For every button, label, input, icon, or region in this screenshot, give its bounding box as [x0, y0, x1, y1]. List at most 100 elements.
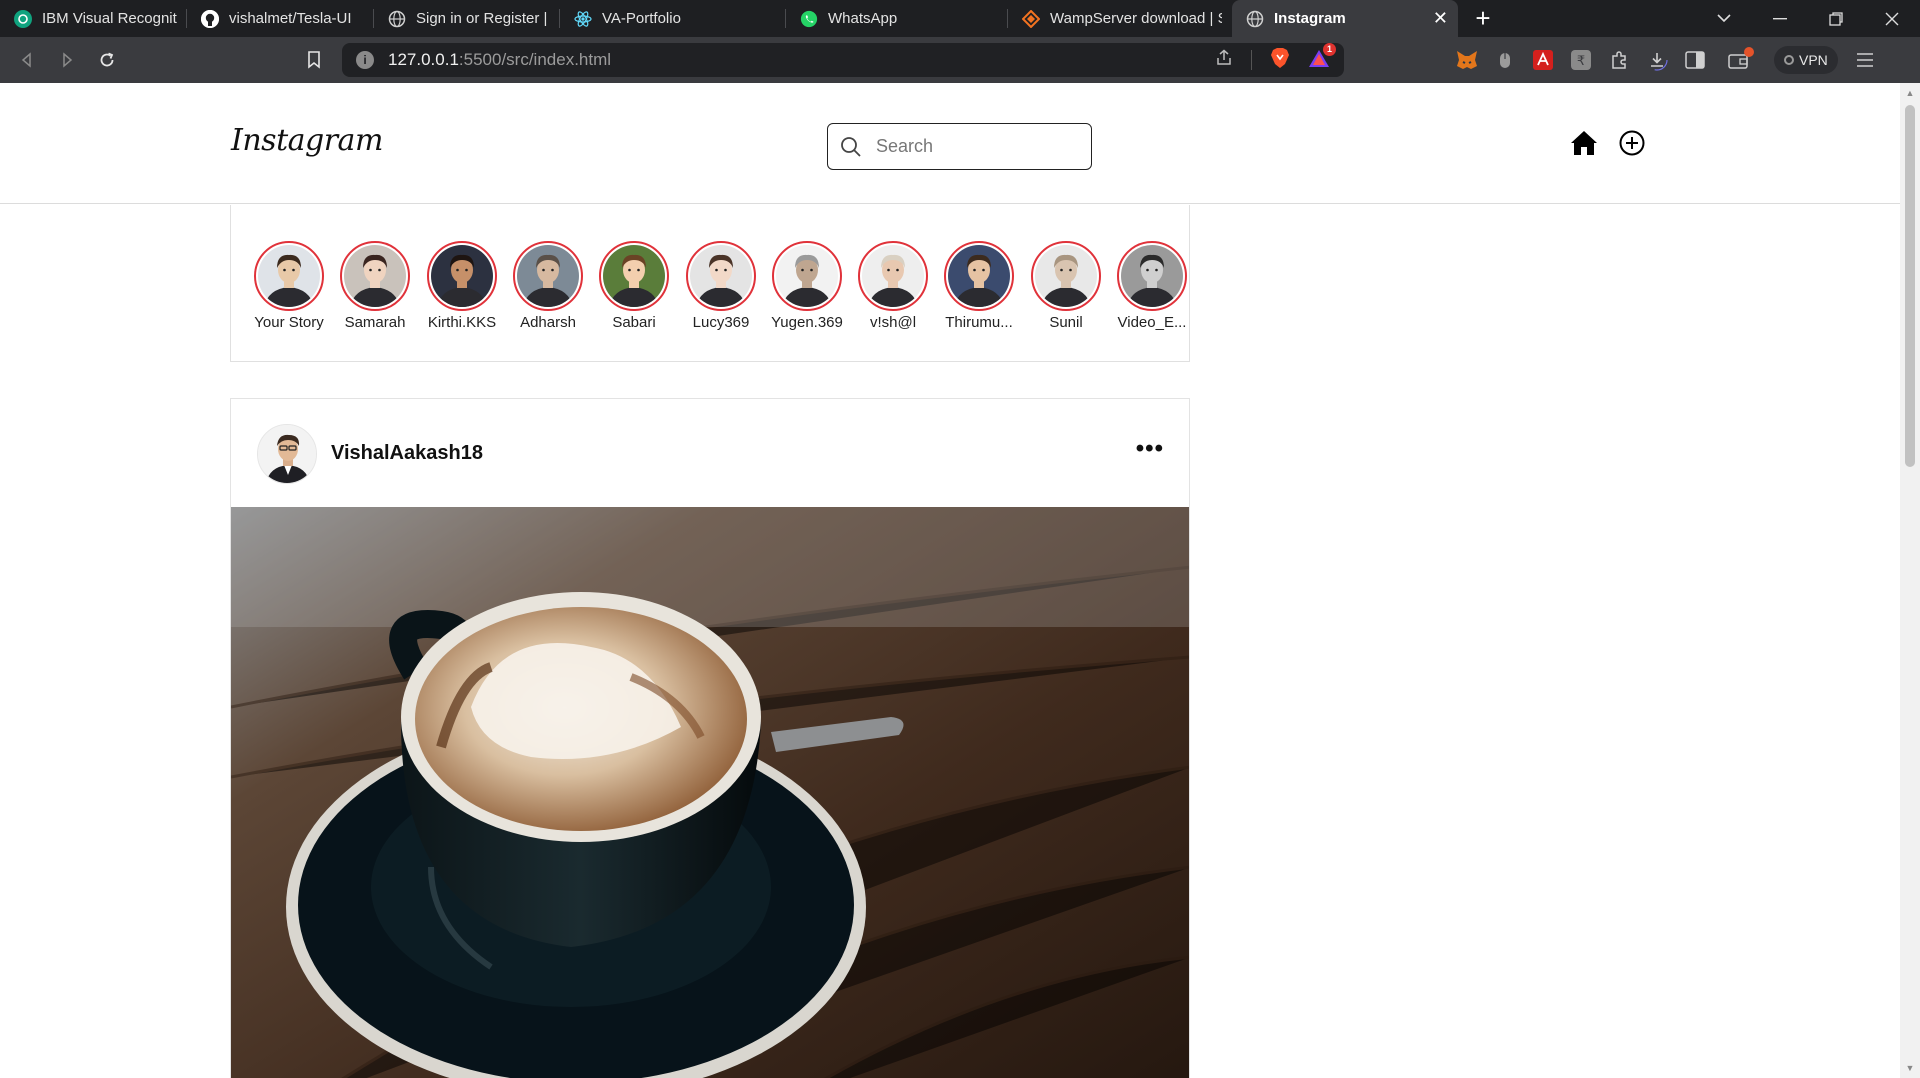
story-username: Video_E...: [1117, 314, 1187, 331]
globe-icon: [388, 10, 406, 28]
tab-label: vishalmet/Tesla-UI: [229, 10, 352, 27]
story-item[interactable]: Lucy369: [681, 241, 761, 331]
search-input[interactable]: [876, 136, 1076, 157]
story-item[interactable]: Kirthi.KKS: [422, 241, 502, 331]
browser-tab-bar: IBM Visual Recognition with vishalmet/Te…: [0, 0, 1920, 37]
tab-instagram[interactable]: Instagram ✕: [1232, 0, 1458, 37]
github-icon: [201, 9, 219, 28]
story-avatar-ring[interactable]: [254, 241, 324, 311]
story-avatar-ring[interactable]: [772, 241, 842, 311]
sourceforge-icon: [1022, 9, 1040, 28]
brave-shields-icon[interactable]: [1270, 47, 1290, 74]
share-icon[interactable]: [1215, 49, 1233, 72]
close-tab-icon[interactable]: ✕: [1425, 8, 1448, 29]
close-window-icon[interactable]: [1864, 0, 1920, 37]
post-author-avatar[interactable]: [257, 424, 317, 484]
page-viewport: Instagram Your Story Samarah Kirthi.KKS Adh…: [0, 83, 1920, 1078]
sidebar-toggle-icon[interactable]: [1684, 49, 1706, 71]
hamburger-menu-icon[interactable]: [1854, 49, 1876, 71]
download-icon[interactable]: [1646, 49, 1668, 71]
vpn-label: VPN: [1799, 52, 1828, 68]
instagram-logo[interactable]: Instagram: [231, 123, 383, 158]
whatsapp-icon: [800, 10, 818, 28]
story-avatar-ring[interactable]: [599, 241, 669, 311]
story-avatar-ring[interactable]: [340, 241, 410, 311]
story-item[interactable]: Samarah: [335, 241, 415, 331]
page-scrollbar[interactable]: ▲ ▼: [1900, 83, 1920, 1078]
puzzle-extensions-icon[interactable]: [1608, 49, 1630, 71]
openai-icon: [14, 9, 32, 28]
story-item[interactable]: Your Story: [249, 241, 329, 331]
story-avatar-ring[interactable]: [858, 241, 928, 311]
search-icon: [841, 136, 861, 157]
post-username[interactable]: VishalAakash18: [331, 442, 483, 465]
post-header: VishalAakash18 •••: [231, 399, 1189, 507]
mouse-extension-icon[interactable]: [1494, 49, 1516, 71]
create-post-icon[interactable]: [1618, 129, 1646, 162]
minimize-window-icon[interactable]: [1752, 0, 1808, 37]
story-avatar-ring[interactable]: [686, 241, 756, 311]
search-box[interactable]: [827, 123, 1092, 170]
site-info-icon[interactable]: i: [356, 51, 374, 69]
tab-skillup[interactable]: Sign in or Register | SkillUp: [374, 0, 560, 37]
story-item[interactable]: v!sh@l: [853, 241, 933, 331]
tab-search-chevron-icon[interactable]: [1696, 0, 1752, 37]
tab-wampserver[interactable]: WampServer download | Sc: [1008, 0, 1232, 37]
wallet-icon[interactable]: [1728, 47, 1754, 71]
tab-label: Sign in or Register | SkillUp: [416, 10, 550, 27]
scrollbar-thumb[interactable]: [1905, 105, 1915, 467]
home-icon[interactable]: [1570, 130, 1598, 161]
tab-whatsapp[interactable]: WhatsApp: [786, 0, 1008, 37]
globe-icon: [1246, 10, 1264, 28]
svg-text:₹: ₹: [1577, 54, 1585, 69]
story-username: Kirthi.KKS: [427, 314, 497, 331]
restore-window-icon[interactable]: [1808, 0, 1864, 37]
story-avatar-ring[interactable]: [427, 241, 497, 311]
tab-label: IBM Visual Recognition with: [42, 10, 177, 27]
post-photo[interactable]: [231, 507, 1189, 1078]
story-avatar: [776, 245, 838, 307]
rupee-extension-icon[interactable]: ₹: [1570, 49, 1592, 71]
story-username: v!sh@l: [869, 314, 917, 331]
metamask-fox-icon[interactable]: [1456, 49, 1478, 71]
address-bar[interactable]: i 127.0.0.1:5500/src/index.html 1: [342, 42, 1344, 77]
story-item[interactable]: Yugen.369: [767, 241, 847, 331]
url-host: 127.0.0.1: [388, 50, 459, 69]
story-item[interactable]: Adharsh: [508, 241, 588, 331]
post-card: VishalAakash18 •••: [230, 398, 1190, 1078]
story-avatar-ring[interactable]: [1031, 241, 1101, 311]
story-username: Adharsh: [520, 314, 576, 331]
story-avatar-ring[interactable]: [1117, 241, 1187, 311]
brave-rewards-icon[interactable]: 1: [1308, 42, 1336, 73]
tab-label: WampServer download | Sc: [1050, 10, 1222, 27]
story-item[interactable]: Thirumu...: [939, 241, 1019, 331]
story-avatar-ring[interactable]: [513, 241, 583, 311]
forward-arrow-icon[interactable]: [47, 42, 87, 78]
story-item[interactable]: Video_E...: [1112, 241, 1189, 331]
instagram-header: Instagram: [0, 83, 1900, 204]
story-username: Thirumu...: [945, 314, 1013, 331]
story-username: Lucy369: [692, 314, 750, 331]
reload-icon[interactable]: [87, 42, 127, 78]
tab-ibm-visual-recognition[interactable]: IBM Visual Recognition with: [0, 0, 187, 37]
bookmark-icon[interactable]: [294, 42, 334, 78]
more-options-icon[interactable]: •••: [1136, 435, 1164, 463]
scroll-up-arrow-icon[interactable]: ▲: [1900, 85, 1920, 101]
stories-bar: Your Story Samarah Kirthi.KKS Adharsh Sabari…: [230, 205, 1190, 362]
story-item[interactable]: Sunil: [1026, 241, 1106, 331]
adobe-acrobat-icon[interactable]: [1532, 49, 1554, 71]
story-avatar: [690, 245, 752, 307]
story-avatar: [517, 245, 579, 307]
story-avatar: [1035, 245, 1097, 307]
story-avatar: [862, 245, 924, 307]
story-item[interactable]: Sabari: [594, 241, 674, 331]
story-username: Your Story: [254, 314, 324, 331]
story-avatar-ring[interactable]: [944, 241, 1014, 311]
tab-github-tesla-ui[interactable]: vishalmet/Tesla-UI: [187, 0, 374, 37]
tab-va-portfolio[interactable]: VA-Portfolio: [560, 0, 786, 37]
scroll-down-arrow-icon[interactable]: ▼: [1900, 1060, 1920, 1076]
vpn-button[interactable]: VPN: [1774, 46, 1838, 74]
new-tab-button[interactable]: +: [1458, 0, 1508, 37]
back-arrow-icon[interactable]: [7, 42, 47, 78]
vpn-status-icon: [1784, 55, 1794, 65]
